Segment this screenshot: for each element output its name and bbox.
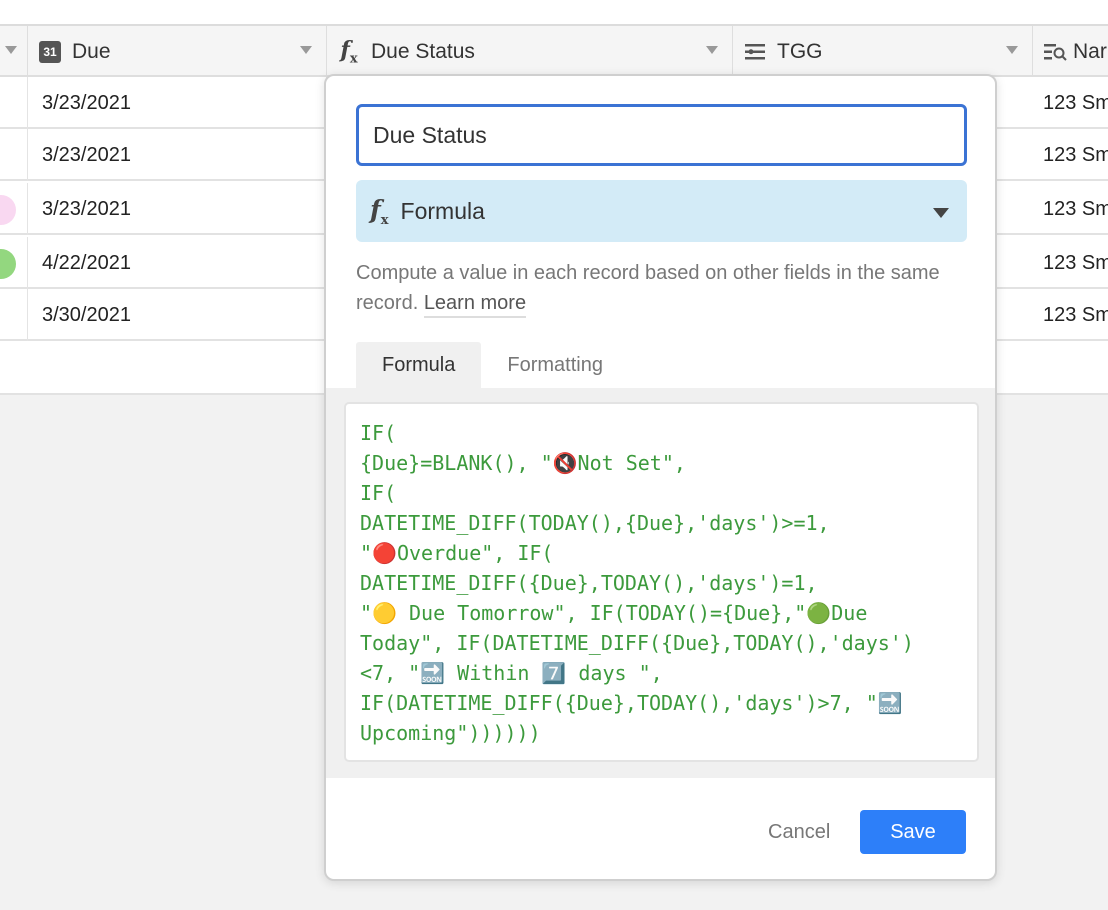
chevron-down-icon	[933, 208, 949, 218]
config-tabs: Formula Formatting	[356, 342, 629, 388]
field-type-label: Formula	[400, 197, 485, 224]
field-type-description: Compute a value in each record based on …	[356, 258, 967, 318]
table-cell[interactable]	[0, 289, 28, 341]
table-cell[interactable]	[0, 237, 28, 289]
calendar-icon: 31	[38, 40, 62, 64]
column-header-name[interactable]: Nar	[1033, 26, 1108, 77]
due-cell[interactable]: 3/30/2021	[28, 289, 327, 341]
field-type-select[interactable]: fx Formula	[356, 180, 967, 242]
lookup-icon	[1043, 40, 1067, 64]
table-cell[interactable]	[0, 129, 28, 181]
name-cell[interactable]: 123 Sm	[1033, 183, 1108, 235]
tab-formatting[interactable]: Formatting	[481, 342, 629, 388]
due-cell[interactable]: 3/23/2021	[28, 183, 327, 235]
status-dot	[0, 195, 16, 225]
top-strip	[0, 0, 1108, 26]
formula-icon: fx	[370, 194, 389, 228]
chevron-down-icon[interactable]	[300, 46, 312, 54]
learn-more-link[interactable]: Learn more	[423, 292, 527, 318]
chevron-down-icon[interactable]	[706, 46, 718, 54]
cancel-button[interactable]: Cancel	[754, 810, 844, 854]
grid-header: 31 Due fx Due Status TGG Nar	[0, 26, 1108, 77]
due-cell[interactable]: 3/23/2021	[28, 77, 327, 129]
field-config-dialog: fx Formula Compute a value in each recor…	[324, 74, 997, 881]
table-cell[interactable]	[0, 77, 28, 129]
table-cell[interactable]	[0, 183, 28, 235]
chevron-down-icon[interactable]	[1006, 46, 1018, 54]
status-dot	[0, 249, 16, 279]
column-header-previous[interactable]	[0, 26, 28, 77]
column-header-label: Due	[72, 39, 111, 63]
name-cell[interactable]: 123 Sm	[1033, 237, 1108, 289]
column-header-due[interactable]: 31 Due	[28, 26, 327, 77]
column-header-due-status[interactable]: fx Due Status	[327, 26, 733, 77]
column-header-tgg[interactable]: TGG	[733, 26, 1033, 77]
chevron-down-icon[interactable]	[5, 46, 17, 54]
due-cell[interactable]: 3/23/2021	[28, 129, 327, 181]
save-button[interactable]: Save	[860, 810, 966, 854]
list-icon	[743, 40, 767, 64]
formula-panel: IF( {Due}=BLANK(), "🔇Not Set", IF( DATET…	[326, 388, 995, 778]
column-header-label: TGG	[777, 39, 823, 63]
field-name-input[interactable]	[356, 104, 967, 166]
name-cell[interactable]: 123 Sm	[1033, 129, 1108, 181]
formula-icon: fx	[340, 36, 358, 67]
column-header-label: Due Status	[371, 39, 475, 63]
dialog-footer: Cancel Save	[326, 778, 995, 879]
tab-formula[interactable]: Formula	[356, 342, 482, 388]
name-cell[interactable]: 123 Sm	[1033, 289, 1108, 341]
column-header-label: Nar	[1073, 39, 1107, 63]
due-cell[interactable]: 4/22/2021	[28, 237, 327, 289]
name-cell[interactable]: 123 Sm	[1033, 77, 1108, 129]
formula-editor[interactable]: IF( {Due}=BLANK(), "🔇Not Set", IF( DATET…	[344, 402, 979, 762]
